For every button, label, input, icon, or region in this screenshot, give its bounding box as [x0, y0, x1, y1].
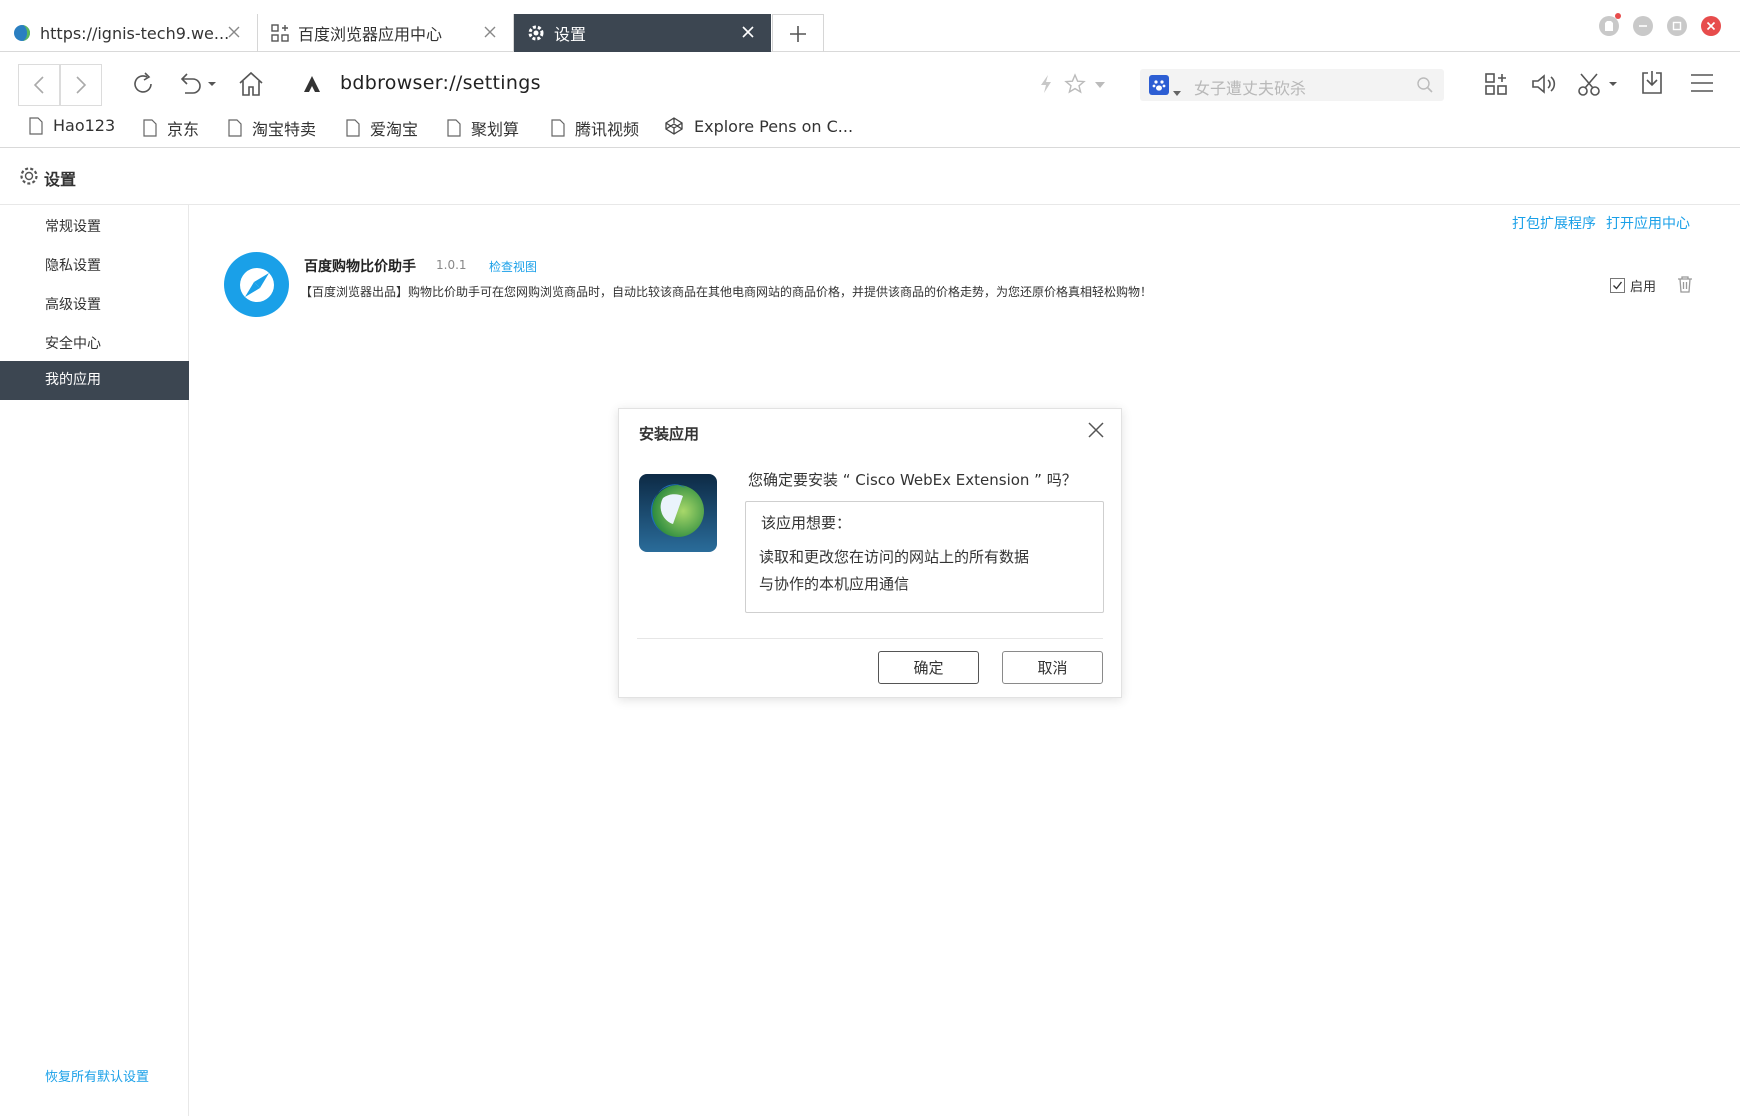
page-icon [143, 119, 157, 137]
dialog-title: 安装应用 [639, 425, 700, 443]
new-tab-button[interactable] [772, 14, 824, 52]
bookmark-label: 爱淘宝 [370, 120, 419, 139]
check-icon [1613, 281, 1623, 290]
maximize-button[interactable] [1667, 16, 1687, 36]
search-box[interactable]: 女子遭丈夫砍杀 [1140, 69, 1444, 101]
sidebar-item-security[interactable]: 安全中心 [0, 325, 189, 364]
gear-icon [18, 165, 40, 191]
extension-name: 百度购物比价助手 [304, 259, 416, 275]
close-icon[interactable] [739, 23, 757, 41]
undo-icon[interactable] [176, 69, 220, 99]
codepen-icon [665, 117, 683, 135]
webex-app-icon [639, 474, 717, 552]
restore-defaults-link[interactable]: 恢复所有默认设置 [45, 1066, 149, 1085]
search-input[interactable]: 女子遭丈夫砍杀 [1194, 75, 1306, 99]
compass-icon [224, 252, 289, 317]
bookmark-item[interactable]: Explore Pens on C... [664, 116, 853, 136]
app-grid-icon[interactable] [1481, 69, 1511, 99]
tab-webex[interactable]: https://ignis-tech9.we... [0, 14, 258, 52]
toolbar: bdbrowser://settings 女子遭丈夫砍杀 [0, 52, 1740, 108]
divider [637, 638, 1103, 639]
inspect-view-link[interactable]: 检查视图 [489, 258, 537, 275]
chevron-down-icon[interactable] [1094, 80, 1106, 90]
permissions-box: 该应用想要： 读取和更改您在访问的网站上的所有数据 与协作的本机应用通信 [745, 501, 1104, 613]
address-bar[interactable]: bdbrowser://settings [340, 72, 541, 94]
install-question: 您确定要安装 “ Cisco WebEx Extension ” 吗？ [748, 471, 1077, 489]
close-icon[interactable] [481, 23, 499, 41]
enable-toggle[interactable]: 启用 [1610, 276, 1656, 295]
sidebar-item-general[interactable]: 常规设置 [0, 208, 189, 247]
bookmark-label: 京东 [167, 120, 200, 139]
confirm-button[interactable]: 确定 [878, 651, 979, 684]
sidebar-item-privacy[interactable]: 隐私设置 [0, 247, 189, 286]
permission-item: 读取和更改您在访问的网站上的所有数据 [759, 548, 1030, 566]
speaker-icon[interactable] [1528, 69, 1560, 99]
tab-strip: https://ignis-tech9.we... 百度浏览器应用中心 设置 [0, 0, 1740, 52]
permission-item: 与协作的本机应用通信 [759, 575, 910, 593]
bookmark-item[interactable]: 淘宝特卖 [228, 116, 316, 140]
bookmark-item[interactable]: 爱淘宝 [346, 116, 418, 140]
enable-label: 启用 [1630, 280, 1657, 295]
page-icon [29, 116, 43, 135]
bookmarks-bar: Hao123 京东 淘宝特卖 爱淘宝 聚划算 腾讯视频 Explore Pens… [0, 108, 1740, 148]
trash-icon[interactable] [1677, 275, 1693, 297]
tab-app-center[interactable]: 百度浏览器应用中心 [258, 14, 514, 52]
close-icon[interactable] [225, 23, 243, 41]
skin-icon[interactable] [1599, 13, 1621, 36]
sidebar-item-advanced[interactable]: 高级设置 [0, 286, 189, 325]
scissors-icon[interactable] [1576, 69, 1620, 99]
home-icon[interactable] [236, 69, 266, 99]
bookmark-label: 腾讯视频 [575, 120, 640, 139]
bookmark-label: Hao123 [53, 116, 116, 135]
tab-label: https://ignis-tech9.we... [40, 23, 230, 43]
bookmark-label: 淘宝特卖 [252, 120, 317, 139]
gear-icon [526, 23, 546, 43]
baidu-paw-icon[interactable] [1149, 75, 1169, 95]
install-app-dialog: 安装应用 您确定要安装 “ Cisco WebEx Extension ” 吗？… [618, 408, 1122, 698]
extension-description: 【百度浏览器出品】购物比价助手可在您网购浏览商品时，自动比较该商品在其他电商网站… [300, 285, 1153, 299]
close-icon[interactable] [1085, 419, 1107, 441]
page-icon [346, 119, 360, 137]
bookmark-item[interactable]: Hao123 [29, 116, 115, 135]
extension-version: 1.0.1 [436, 258, 467, 272]
bookmark-label: 聚划算 [471, 120, 520, 139]
tab-label: 设置 [554, 25, 587, 44]
reload-icon[interactable] [128, 69, 158, 99]
star-icon[interactable] [1062, 71, 1088, 97]
lightning-icon[interactable] [1035, 72, 1057, 96]
page-icon [228, 119, 242, 137]
pack-extension-link[interactable]: 打包扩展程序 [1512, 213, 1596, 233]
enable-checkbox[interactable] [1610, 278, 1625, 293]
settings-sidebar: 常规设置 隐私设置 高级设置 安全中心 我的应用 [0, 205, 189, 1116]
app-grid-icon [270, 23, 290, 43]
permissions-header: 该应用想要： [761, 514, 852, 532]
chevron-down-icon[interactable] [1173, 82, 1181, 101]
cancel-button[interactable]: 取消 [1002, 651, 1103, 684]
download-icon[interactable] [1637, 68, 1667, 98]
settings-header: 设置 [0, 148, 1740, 205]
webex-favicon-icon [12, 23, 32, 43]
page-icon [447, 119, 461, 137]
menu-icon[interactable] [1688, 69, 1716, 97]
bookmark-item[interactable]: 京东 [143, 116, 199, 140]
page-title: 设置 [44, 170, 77, 189]
search-icon[interactable] [1416, 76, 1434, 98]
site-info-icon[interactable] [300, 72, 324, 96]
bookmark-label: Explore Pens on C... [694, 116, 854, 136]
open-app-center-link[interactable]: 打开应用中心 [1606, 213, 1690, 233]
bookmark-item[interactable]: 聚划算 [447, 116, 519, 140]
window-close-button[interactable] [1701, 16, 1721, 36]
back-button[interactable] [18, 64, 60, 106]
tab-settings[interactable]: 设置 [514, 14, 771, 52]
notification-dot [1615, 13, 1621, 19]
tab-label: 百度浏览器应用中心 [298, 25, 443, 44]
page-icon [551, 119, 565, 137]
sidebar-item-my-apps[interactable]: 我的应用 [0, 361, 189, 400]
forward-button[interactable] [60, 64, 102, 106]
bookmark-item[interactable]: 腾讯视频 [551, 116, 639, 140]
minimize-button[interactable] [1633, 16, 1653, 36]
